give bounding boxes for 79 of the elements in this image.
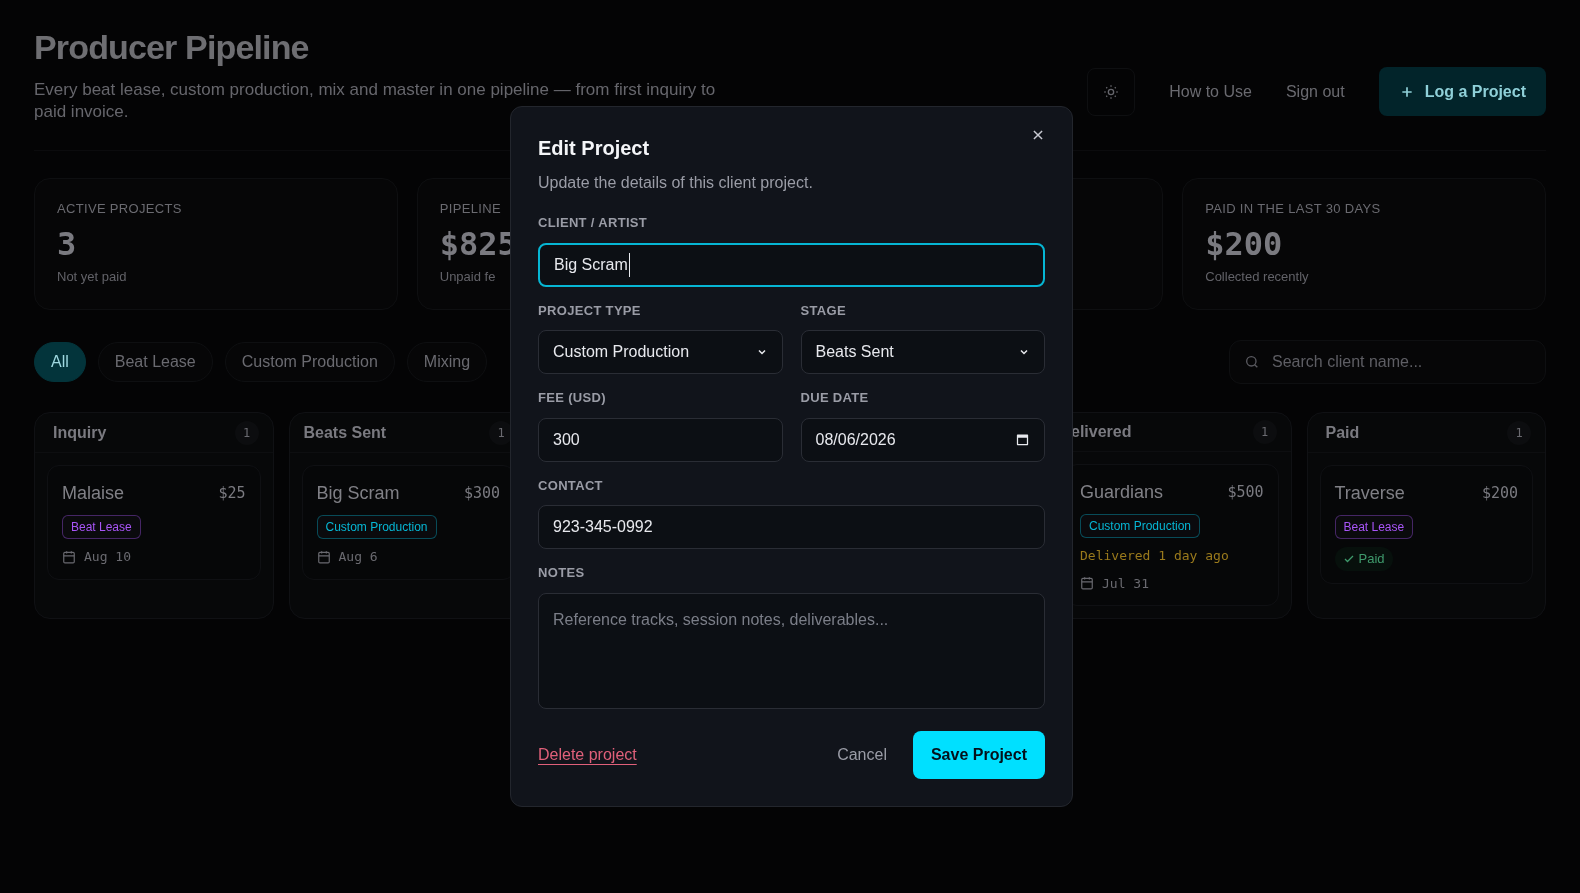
notes-placeholder: Reference tracks, session notes, deliverables...: [553, 610, 889, 628]
delivery-note: Delivered 1 day ago: [1080, 547, 1230, 565]
filter-chip[interactable]: Beat Lease: [97, 342, 213, 382]
column-count: 1: [1507, 420, 1531, 445]
column-title: Beats Sent: [303, 422, 387, 443]
project-type-tag: Beat Lease: [62, 515, 141, 539]
stat-value: $200: [1205, 223, 1283, 265]
column-title: Inquiry: [52, 422, 107, 443]
calendar-icon: [1015, 432, 1030, 447]
input-field[interactable]: 08/06/2026: [800, 417, 1045, 462]
project-fee: $500: [1227, 482, 1264, 504]
column-count: 1: [1252, 420, 1277, 444]
stat-label: ACTIVE PROJECTS: [57, 200, 182, 218]
field-label: NOTES: [538, 564, 586, 582]
dialog-description: Update the details of this client project.: [538, 173, 814, 193]
field-label: PROJECT TYPE: [538, 301, 642, 320]
calendar-icon: [62, 549, 76, 564]
notes-field[interactable]: Reference tracks, session notes, deliverables...: [538, 592, 1045, 709]
calendar-icon: [316, 549, 331, 564]
filter-chip[interactable]: All: [34, 342, 86, 382]
input-field[interactable]: Big Scram: [538, 242, 1045, 287]
client-name: Traverse: [1334, 482, 1405, 505]
stat-label: PAID IN THE LAST 30 DAYS: [1205, 200, 1381, 218]
client-name: Guardians: [1080, 481, 1164, 504]
client-name: Big Scram: [316, 482, 400, 505]
filter-chip[interactable]: Custom Production: [224, 342, 395, 382]
log-project-button[interactable]: Log a Project: [1378, 67, 1546, 116]
stat-label: PIPELINE: [439, 200, 501, 218]
close-icon: [1031, 128, 1045, 142]
save-project-button[interactable]: Save Project: [912, 730, 1045, 779]
input-field[interactable]: 300: [538, 417, 783, 462]
header-link[interactable]: Sign out: [1285, 79, 1345, 104]
project-type-tag: Custom Production: [1080, 514, 1201, 538]
field-label: CLIENT / ARTIST: [538, 214, 649, 232]
input-field[interactable]: 923-345-0992: [538, 505, 1045, 549]
field-value: 08/06/2026: [815, 429, 896, 450]
header-link[interactable]: How to Use: [1169, 79, 1252, 104]
column-count: 1: [234, 420, 259, 445]
field-label: FEE (USD): [538, 389, 607, 407]
client-name: Malaise: [62, 482, 125, 505]
stat-caption: Collected recently: [1205, 267, 1309, 286]
stat-caption: Not yet paid: [57, 267, 127, 286]
project-card[interactable]: Traverse $200 Beat Lease Paid: [1319, 465, 1533, 584]
paid-label: Paid: [1358, 550, 1385, 568]
field-value: 300: [553, 429, 580, 450]
stat-value: 3: [57, 223, 77, 265]
project-card[interactable]: Malaise $25 Beat Lease Aug 10: [47, 465, 261, 580]
page-subtitle: Every beat lease, custom production, mix and master in one pipeline — from first inquiry to paid invoice.: [34, 79, 717, 123]
filter-chip[interactable]: Mixing: [406, 342, 488, 382]
search-placeholder: Search client name...: [1272, 352, 1423, 372]
input-field[interactable]: Custom Production: [538, 330, 783, 374]
sun-icon: [1103, 83, 1120, 100]
search-icon: [1244, 354, 1260, 370]
field-label: DUE DATE: [800, 389, 870, 407]
field-label: CONTACT: [538, 476, 604, 495]
project-fee: $200: [1481, 483, 1518, 505]
page-title: Producer Pipeline: [34, 27, 310, 68]
column-title: Paid: [1324, 422, 1360, 443]
field-label: STAGE: [800, 301, 847, 320]
delete-project-link[interactable]: Delete project: [538, 742, 637, 767]
due-date: Aug 6: [338, 548, 378, 566]
project-type-tag: Beat Lease: [1334, 515, 1414, 539]
column-count: 1: [489, 420, 513, 445]
field-value: Beats Sent: [815, 342, 894, 362]
theme-toggle-button[interactable]: [1087, 67, 1136, 116]
field-value: Custom Production: [553, 342, 690, 362]
due-date: Aug 10: [84, 548, 131, 566]
project-type-tag: Custom Production: [316, 515, 437, 539]
cancel-button[interactable]: Cancel: [837, 742, 887, 767]
calendar-icon: [1080, 576, 1094, 591]
field-value: 923-345-0992: [553, 517, 653, 537]
stat-caption: Unpaid fe: [439, 267, 496, 286]
project-fee: $300: [463, 483, 500, 505]
column-title: elivered: [1070, 422, 1132, 442]
dialog-title: Edit Project: [538, 136, 650, 161]
due-date: Jul 31: [1102, 574, 1149, 593]
input-field[interactable]: Beats Sent: [800, 330, 1045, 374]
field-value: Big Scram: [554, 252, 630, 277]
project-fee: $25: [218, 483, 246, 505]
